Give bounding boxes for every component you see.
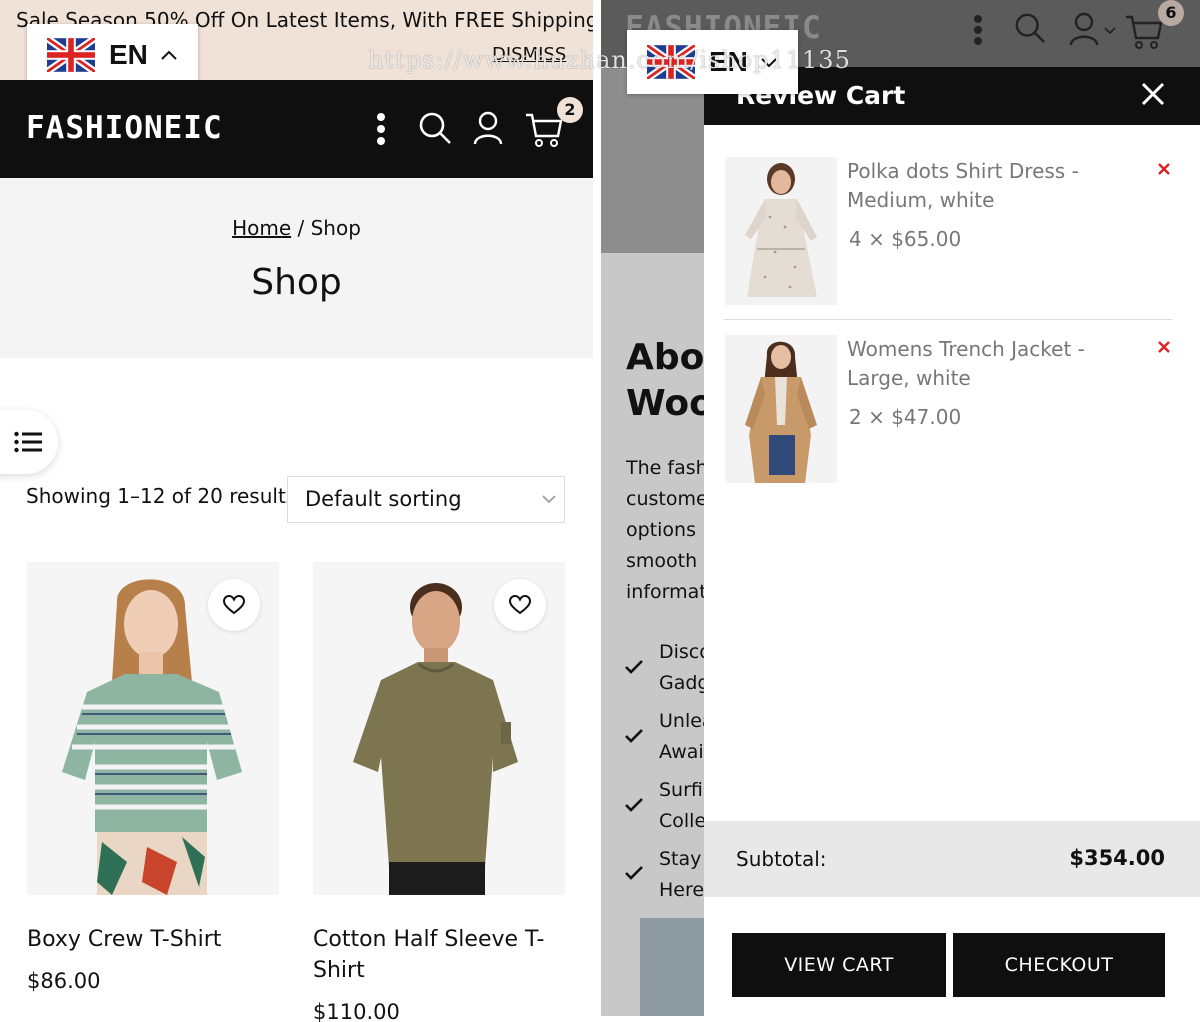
- page-title: Shop: [251, 262, 342, 303]
- more-vertical-icon: [974, 15, 982, 45]
- about-paragraph-line: smooth: [626, 550, 698, 572]
- feature-list-item: Stay Here: [659, 848, 704, 901]
- cart-item-photo: [725, 335, 837, 483]
- cart-count-badge: 6: [1158, 0, 1184, 26]
- cart-item-qty-price: 4 × $65.00: [849, 227, 962, 251]
- close-icon[interactable]: [1140, 81, 1166, 107]
- remove-item-icon[interactable]: [1158, 341, 1170, 353]
- product-name-line: Shirt: [313, 958, 365, 983]
- view-cart-button[interactable]: VIEW CART: [732, 933, 946, 997]
- sorting-select[interactable]: Default sorting: [287, 476, 565, 523]
- page-content-dimmed: Abou Woo The fash custome options smooth…: [601, 253, 704, 1016]
- product-name[interactable]: Cotton Half Sleeve T- Shirt: [313, 924, 565, 986]
- about-paragraph-line: informat: [626, 581, 704, 603]
- cart-item-qty-price: 2 × $47.00: [849, 405, 962, 429]
- product-name[interactable]: Boxy Crew T-Shirt: [27, 924, 221, 955]
- heart-icon: [223, 595, 245, 615]
- about-paragraph-line: custome: [626, 488, 704, 510]
- breadcrumb-home-link[interactable]: Home: [232, 216, 291, 240]
- about-paragraph-line: The fash: [626, 457, 704, 479]
- watermark-text: https://www.huzhan.com/ishop11135: [368, 46, 851, 74]
- subtotal-bar: Subtotal: $354.00: [704, 821, 1200, 897]
- chevron-up-icon: [161, 50, 177, 60]
- shop-screen: Sale Season 50% Off On Latest Items, Wit…: [0, 0, 593, 1022]
- cart-item-name[interactable]: Polka dots Shirt Dress - Medium, white: [847, 157, 1147, 215]
- product-image-cotton-half-sleeve-tshirt[interactable]: [313, 562, 565, 895]
- about-heading-line: Abou: [626, 337, 704, 378]
- add-to-wishlist-button[interactable]: [494, 579, 546, 631]
- product-price: $110.00: [313, 1000, 400, 1022]
- checkout-button[interactable]: CHECKOUT: [953, 933, 1165, 997]
- remove-item-icon[interactable]: [1158, 163, 1170, 175]
- cart-item-divider: [724, 319, 1172, 320]
- about-paragraph-line: options: [626, 519, 696, 541]
- page-banner-dimmed: [601, 67, 704, 253]
- cart-count-badge: 2: [557, 97, 583, 123]
- checkmark-icon: [625, 798, 643, 812]
- site-header: FASHIONEIC 2: [0, 80, 593, 178]
- content-image-dimmed: [640, 918, 704, 1016]
- breadcrumb: Home / Shop: [0, 216, 593, 240]
- heart-icon: [509, 595, 531, 615]
- search-icon: [1015, 13, 1045, 43]
- feature-list-item: Surfi Colle: [659, 779, 704, 832]
- user-account-icon: [1069, 12, 1116, 46]
- add-to-wishlist-button[interactable]: [208, 579, 260, 631]
- language-switcher[interactable]: EN: [27, 24, 198, 86]
- cart-item-thumbnail[interactable]: [725, 157, 837, 305]
- subtotal-label: Subtotal:: [736, 847, 827, 871]
- checkmark-icon: [625, 660, 643, 674]
- checkmark-icon: [625, 866, 643, 880]
- subtotal-value: $354.00: [1069, 846, 1165, 870]
- breadcrumb-separator: /: [297, 216, 305, 240]
- results-count: Showing 1–12 of 20 results: [26, 484, 297, 508]
- sorting-selected-value: Default sorting: [305, 487, 462, 511]
- breadcrumb-current: Shop: [310, 216, 361, 240]
- user-account-icon[interactable]: [472, 111, 504, 145]
- site-logo[interactable]: FASHIONEIC: [26, 110, 223, 146]
- product-name-line: Cotton Half Sleeve T-: [313, 927, 545, 952]
- checkmark-icon: [625, 729, 643, 743]
- filter-toggle-button[interactable]: [0, 410, 58, 474]
- cart-icon[interactable]: [524, 112, 564, 148]
- list-icon: [14, 431, 42, 453]
- more-vertical-icon[interactable]: [374, 112, 388, 146]
- page-banner: Home / Shop Shop: [0, 178, 593, 358]
- cart-item-thumbnail[interactable]: [725, 335, 837, 483]
- cart-drawer-screen: FASHIONEIC 6 Abou Woo The fash custome o…: [601, 0, 1200, 1016]
- search-icon[interactable]: [418, 111, 452, 145]
- uk-flag-icon: [47, 38, 95, 72]
- cart-item-name[interactable]: Womens Trench Jacket - Large, white: [847, 335, 1147, 393]
- language-code: EN: [109, 39, 148, 70]
- about-heading-line: Woo: [626, 383, 704, 424]
- product-price: $86.00: [27, 969, 101, 993]
- review-cart-drawer: Review Cart Polka dots Shirt Dress - Med…: [704, 67, 1200, 1016]
- cart-item-photo: [725, 157, 837, 305]
- chevron-down-icon: [542, 495, 556, 504]
- feature-list-item: DiscoGadg: [659, 641, 704, 694]
- product-image-boxy-crew-tshirt[interactable]: [27, 562, 279, 895]
- feature-list-item: UnleaAwai: [659, 710, 704, 763]
- cart-icon: [1126, 15, 1163, 49]
